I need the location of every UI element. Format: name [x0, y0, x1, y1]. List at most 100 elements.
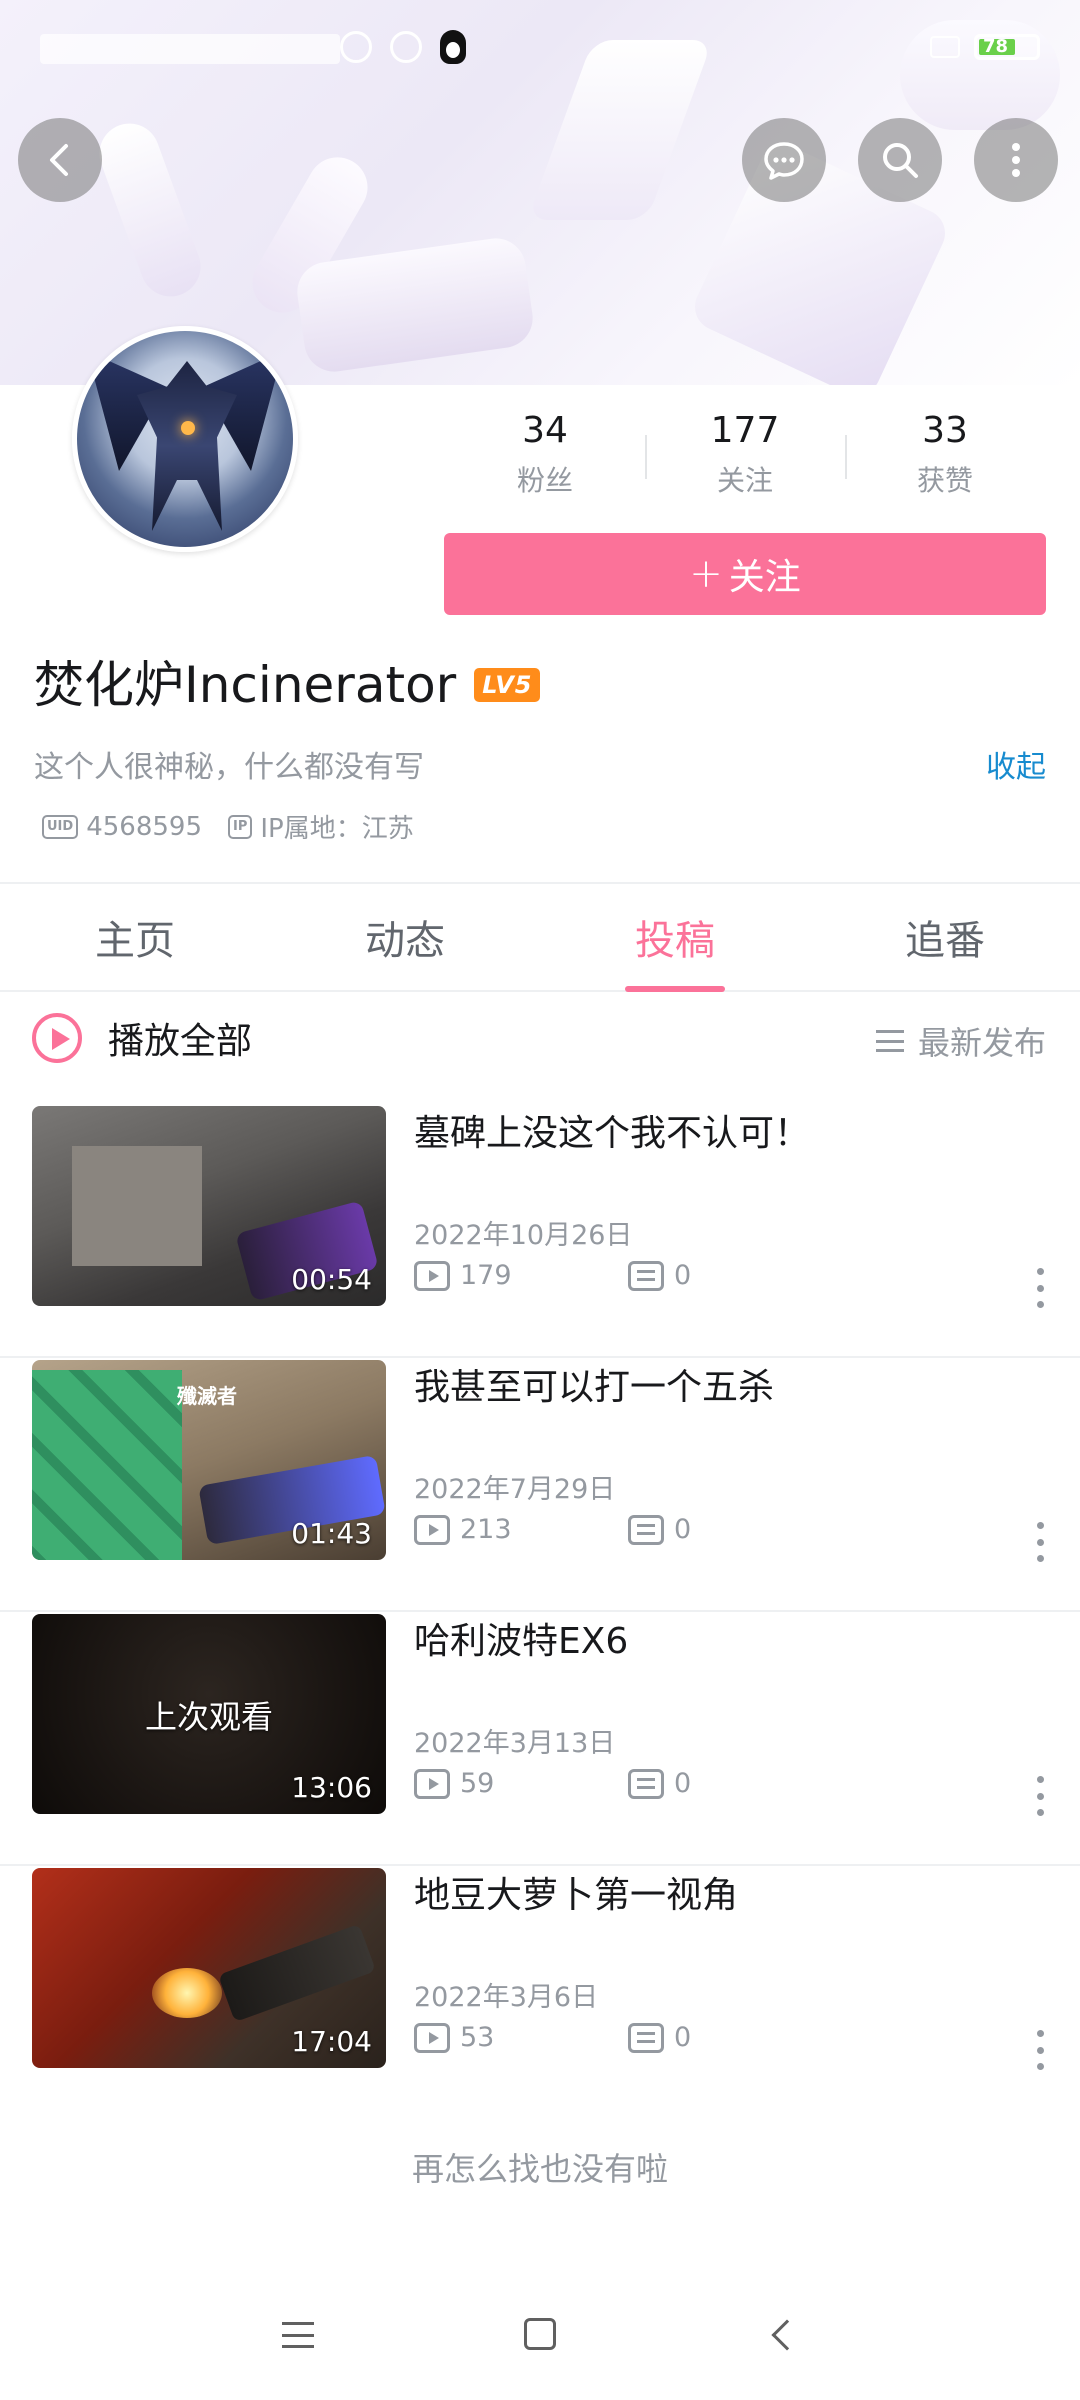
system-nav-bar: [0, 2284, 1080, 2384]
home-icon[interactable]: [524, 2318, 556, 2350]
play-count: 213: [414, 1514, 628, 1545]
follow-label: 关注: [728, 557, 801, 598]
danmaku-count: 0: [628, 1768, 842, 1799]
plus-icon: +: [689, 551, 723, 597]
video-duration: 00:54: [291, 1263, 372, 1296]
video-list: 00:54 墓碑上没这个我不认可！ 2022年10月26日 179 0 殲滅者 …: [0, 1104, 1080, 2120]
more-button[interactable]: [974, 118, 1058, 202]
ip-item: IP IP属地：江苏: [227, 808, 414, 845]
play-count-icon: [414, 1260, 450, 1291]
collapse-link[interactable]: 收起: [986, 744, 1046, 792]
battery-level: 78: [983, 36, 1009, 57]
search-button[interactable]: [858, 118, 942, 202]
danmaku-count: 0: [628, 2022, 842, 2053]
video-duration: 13:06: [291, 1771, 372, 1804]
play-all-label: 播放全部: [108, 1021, 253, 1062]
more-options-icon[interactable]: [1026, 1522, 1054, 1562]
uid-icon: UID: [42, 814, 79, 839]
stat-following[interactable]: 177 关注: [645, 405, 845, 515]
qq-penguin-icon: [440, 30, 466, 64]
recent-apps-icon[interactable]: [282, 2322, 314, 2348]
stat-value: 177: [710, 410, 780, 451]
video-item[interactable]: 17:04 地豆大萝卜第一视角 2022年3月6日 53 0: [0, 1866, 1080, 2120]
mute-icon: [340, 31, 372, 63]
back-button[interactable]: [18, 118, 102, 202]
sort-icon: [875, 1030, 904, 1052]
danmaku-count: 0: [628, 1514, 842, 1545]
tab-bangumi[interactable]: 追番: [810, 884, 1080, 990]
danmaku-icon: [628, 1768, 664, 1799]
banner-decoration: [91, 115, 209, 305]
video-stats: 59 0: [414, 1768, 842, 1799]
video-thumbnail[interactable]: 17:04: [32, 1868, 386, 2068]
nav-back-icon[interactable]: [771, 2319, 803, 2351]
danmaku-count-value: 0: [674, 2022, 692, 2053]
username-row: 焚化炉Incinerator LV5: [34, 650, 541, 720]
search-icon: [883, 143, 918, 178]
profile-stats: 34 粉丝 177 关注 33 获赞: [445, 405, 1045, 515]
more-options-icon[interactable]: [1026, 2030, 1054, 2070]
stat-label: 关注: [716, 464, 773, 497]
video-item[interactable]: 殲滅者 01:43 我甚至可以打一个五杀 2022年7月29日 213 0: [0, 1358, 1080, 1612]
sort-button[interactable]: 最新发布: [875, 1018, 1046, 1064]
level-badge: LV5: [474, 668, 541, 702]
stat-value: 34: [522, 410, 568, 451]
danmaku-icon: [628, 2022, 664, 2053]
video-date: 2022年10月26日: [414, 1220, 633, 1251]
play-count: 59: [414, 1768, 628, 1799]
message-button[interactable]: [742, 118, 826, 202]
follow-button[interactable]: + 关注: [444, 533, 1046, 615]
video-date: 2022年3月13日: [414, 1728, 616, 1759]
status-bar: 78: [0, 0, 1080, 100]
ip-icon: IP: [227, 814, 253, 839]
thumbnail-tag: 殲滅者: [177, 1384, 237, 1408]
video-stats: 53 0: [414, 2022, 842, 2053]
end-of-list-note: 再怎么找也没有啦: [411, 2150, 668, 2188]
video-stats: 213 0: [414, 1514, 842, 1545]
username: 焚化炉Incinerator: [34, 656, 457, 714]
video-title[interactable]: 哈利波特EX6: [414, 1612, 1034, 1672]
danmaku-count: 0: [628, 1260, 842, 1291]
stat-fans[interactable]: 34 粉丝: [445, 405, 645, 515]
bio: 这个人很神秘，什么都没有写: [34, 750, 424, 785]
battery-icon: 78: [974, 34, 1040, 60]
play-count-icon: [414, 1514, 450, 1545]
tab-home[interactable]: 主页: [0, 884, 270, 990]
danmaku-count-value: 0: [674, 1514, 692, 1545]
video-title[interactable]: 地豆大萝卜第一视角: [414, 1866, 1034, 1926]
play-count-icon: [414, 2022, 450, 2053]
video-stats: 179 0: [414, 1260, 842, 1291]
more-options-icon[interactable]: [1026, 1268, 1054, 1308]
avatar[interactable]: [72, 326, 298, 552]
tab-uploads[interactable]: 投稿: [540, 884, 810, 992]
play-all-button[interactable]: 播放全部: [32, 1012, 252, 1064]
status-time-redacted: [40, 34, 340, 64]
stat-value: 33: [922, 410, 968, 451]
uid-item[interactable]: UID 4568595: [42, 812, 202, 842]
profile-tabs: 主页 动态 投稿 追番: [0, 884, 1080, 992]
video-duration: 17:04: [291, 2025, 372, 2058]
play-count-value: 179: [460, 1260, 512, 1291]
video-thumbnail[interactable]: 上次观看 13:06: [32, 1614, 386, 1814]
chat-bubble-icon: [764, 142, 804, 180]
video-date: 2022年3月6日: [414, 1982, 599, 2013]
stat-likes[interactable]: 33 获赞: [845, 405, 1045, 515]
video-title[interactable]: 我甚至可以打一个五杀: [414, 1358, 1034, 1418]
tab-dynamics[interactable]: 动态: [270, 884, 540, 990]
video-date: 2022年7月29日: [414, 1474, 616, 1505]
play-count-value: 53: [460, 2022, 495, 2053]
more-options-icon[interactable]: [1026, 1776, 1054, 1816]
alarm-icon: [390, 31, 422, 63]
danmaku-icon: [628, 1514, 664, 1545]
video-title[interactable]: 墓碑上没这个我不认可！: [414, 1104, 1034, 1164]
video-thumbnail[interactable]: 00:54: [32, 1106, 386, 1306]
danmaku-count-value: 0: [674, 1260, 692, 1291]
uid-value: 4568595: [86, 811, 202, 842]
video-item[interactable]: 00:54 墓碑上没这个我不认可！ 2022年10月26日 179 0: [0, 1104, 1080, 1358]
ip-location: IP属地：江苏: [260, 814, 414, 844]
video-item[interactable]: 上次观看 13:06 哈利波特EX6 2022年3月13日 59 0: [0, 1612, 1080, 1866]
video-thumbnail[interactable]: 殲滅者 01:43: [32, 1360, 386, 1560]
danmaku-icon: [628, 1260, 664, 1291]
play-count: 53: [414, 2022, 628, 2053]
status-icons: [340, 30, 466, 64]
